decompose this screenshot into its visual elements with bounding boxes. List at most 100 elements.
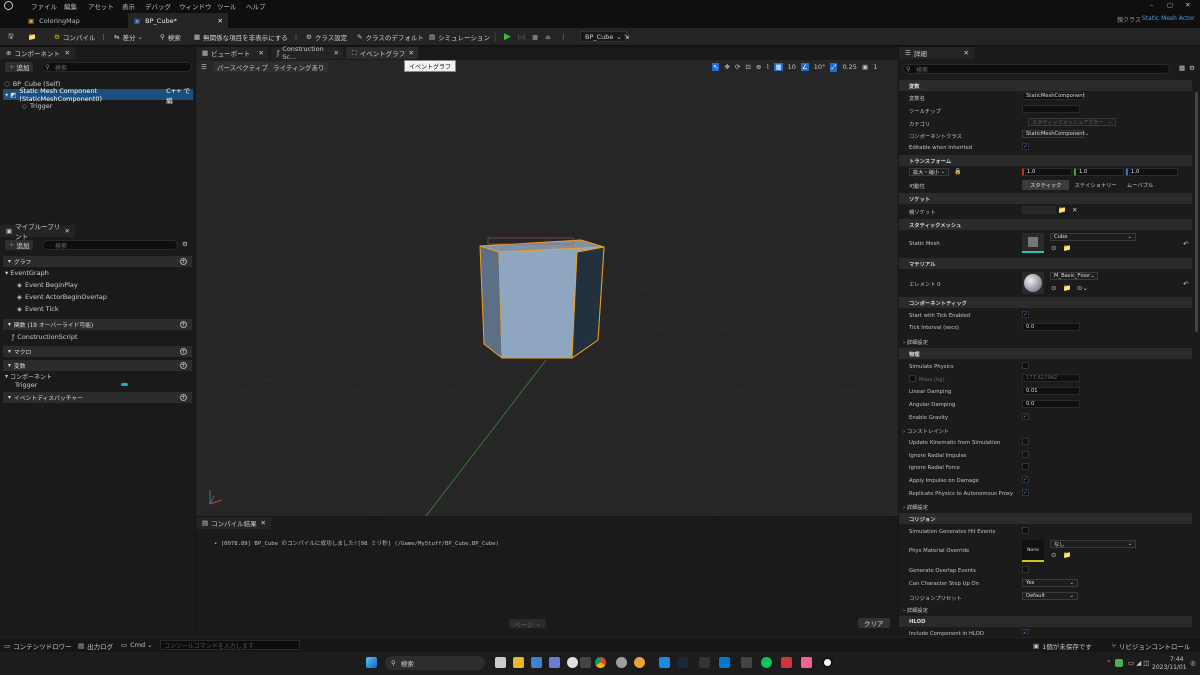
use-selected-icon[interactable]: ⊙ — [1051, 284, 1056, 292]
step-icon[interactable]: ▷| — [518, 31, 525, 43]
phys-material-combo[interactable]: なし ⌄ — [1050, 540, 1136, 548]
my-blueprint-search-input[interactable]: 検索 — [42, 240, 178, 250]
section-hlod[interactable]: HLOD — [899, 616, 1192, 627]
notification-icon[interactable]: ◎ — [1190, 659, 1196, 667]
close-tab-icon[interactable]: ✕ — [259, 49, 264, 57]
details-search-input[interactable]: 検索 — [903, 64, 1170, 74]
section-collision[interactable]: コリジョン — [899, 513, 1192, 524]
my-blueprint-tab[interactable]: ▣ マイブループリント ✕ — [0, 223, 75, 241]
parent-socket-field[interactable] — [1022, 206, 1056, 214]
app-icon[interactable] — [741, 657, 752, 668]
add-graph-icon[interactable]: + — [180, 258, 187, 265]
section-variables[interactable]: ▾ 変数 + — [3, 360, 192, 371]
component-class-combo[interactable]: StaticMeshComponent ⌄ — [1022, 130, 1089, 138]
scale-mode-combo[interactable]: 拡大・縮小 ⌄ — [909, 168, 949, 176]
photos-icon[interactable] — [549, 657, 560, 668]
section-component-tick[interactable]: コンポーネントティック — [899, 297, 1192, 308]
console-input[interactable]: コンソールコマンドを入力します — [160, 640, 300, 650]
menu-debug[interactable]: デバッグ — [145, 1, 171, 11]
eject-icon[interactable]: ⏏ — [545, 31, 551, 43]
parent-class-value[interactable]: Static Mesh Actor — [1142, 15, 1195, 22]
add-variable-icon[interactable]: + — [180, 362, 187, 369]
debug-object-select[interactable]: BP_Cube ⌄ — [580, 31, 627, 42]
components-tab[interactable]: ⊕ コンポーネント ✕ — [0, 47, 75, 59]
event-beginplay-item[interactable]: ◈ Event BeginPlay — [17, 281, 78, 289]
tick-interval-field[interactable]: 0.0 — [1022, 323, 1080, 331]
static-mesh-combo[interactable]: Cube ⌄ — [1050, 233, 1136, 241]
menu-file[interactable]: ファイル — [31, 1, 57, 11]
use-selected-icon[interactable]: ⊙ — [1051, 244, 1056, 252]
camera-speed-icon[interactable]: ▣ — [862, 63, 868, 71]
browse-folder-icon[interactable]: 📁 — [1063, 551, 1071, 559]
ignore-radial-force-checkbox[interactable] — [1022, 463, 1029, 470]
close-tab-icon[interactable]: ✕ — [218, 17, 223, 25]
chrome-icon[interactable] — [595, 657, 606, 668]
clear-button[interactable]: クリア — [858, 618, 890, 628]
viewport[interactable]: ☰ パースペクティブ ライティングあり ↖ ✥ ⟳ ⊡ ⊕ ⌇ ▦ 10 ∠ 1… — [196, 60, 898, 516]
grid-snap-value[interactable]: 10 — [788, 63, 796, 71]
reset-arrow-icon[interactable]: ↶ — [1183, 240, 1188, 248]
menu-view[interactable]: 表示 — [122, 1, 135, 11]
component-static-mesh[interactable]: ▾ ◩ Static Mesh Component (StaticMeshCom… — [3, 87, 193, 105]
close-tab-icon[interactable]: ✕ — [261, 519, 266, 527]
windows-start-icon[interactable] — [366, 657, 377, 668]
more-icon[interactable]: ⋮ — [293, 33, 300, 41]
vscode-icon[interactable] — [719, 657, 730, 668]
sim-hit-events-checkbox[interactable] — [1022, 527, 1029, 534]
rotation-snap-value[interactable]: 10° — [814, 63, 826, 71]
lighting-button[interactable]: ライティングあり — [269, 62, 329, 72]
close-tab-icon[interactable]: ✕ — [65, 49, 70, 57]
scale-snap-icon[interactable]: ⤢ — [830, 62, 838, 72]
scale-z-field[interactable]: 1.0 — [1126, 168, 1178, 176]
scale-icon[interactable]: ⊡ — [745, 63, 750, 71]
doc-tab-bp-cube[interactable]: ▣ BP_Cube* ✕ — [128, 13, 228, 28]
scale-y-field[interactable]: 1.0 — [1074, 168, 1124, 176]
find-object-icon[interactable]: ⇲ — [624, 31, 629, 43]
section-variable[interactable]: 変数 — [899, 80, 1192, 91]
tooltip-field[interactable] — [1022, 105, 1080, 113]
details-tab[interactable]: ☰ 詳細 ✕ — [899, 47, 974, 59]
update-kinematic-checkbox[interactable] — [1022, 438, 1029, 445]
close-window-button[interactable]: ✕ — [1185, 1, 1190, 9]
content-drawer-button[interactable]: ▭ コンテンツドロワー — [4, 641, 72, 651]
view-options-icon[interactable]: ▦ — [1179, 64, 1185, 72]
add-macro-icon[interactable]: + — [180, 348, 187, 355]
static-mesh-thumbnail[interactable] — [1022, 233, 1044, 253]
step-up-combo[interactable]: Yes ⌄ — [1022, 579, 1078, 587]
replicate-physics-checkbox[interactable]: ✓ — [1022, 489, 1029, 496]
line-icon[interactable] — [761, 657, 772, 668]
menu-window[interactable]: ウィンドウ — [179, 1, 212, 11]
construction-script-item[interactable]: ƒ ConstructionScript — [12, 333, 78, 341]
include-hlod-checkbox[interactable]: ✓ — [1022, 629, 1029, 636]
save-icon[interactable]: 🖫 — [8, 31, 14, 43]
snipping-tool-icon[interactable] — [531, 657, 542, 668]
play-options-icon[interactable]: ⋮ — [560, 31, 567, 43]
scale-x-field[interactable]: 1.0 — [1022, 168, 1072, 176]
event-overlap-item[interactable]: ◈ Event ActorBeginOverlap — [17, 293, 107, 301]
section-graphs[interactable]: ▾ グラフ + — [3, 256, 192, 267]
menu-tools[interactable]: ツール — [217, 1, 237, 11]
expand-arrow-icon[interactable]: ▾ — [5, 91, 8, 99]
clock-date[interactable]: 2023/11/01 — [1152, 664, 1187, 671]
trigger-variable[interactable]: Trigger — [15, 381, 130, 389]
calculator-icon[interactable] — [580, 657, 591, 668]
advanced-collision[interactable]: › 詳細設定 — [903, 606, 928, 614]
menu-asset[interactable]: アセット — [88, 1, 114, 11]
app-pink-icon[interactable] — [801, 657, 812, 668]
section-materials[interactable]: マテリアル — [899, 258, 1192, 269]
world-icon[interactable]: ⊕ — [756, 63, 761, 71]
maximize-button[interactable]: ▢ — [1167, 1, 1173, 9]
start-tick-checkbox[interactable]: ✓ — [1022, 311, 1029, 318]
components-category[interactable]: ▾ コンポーネント — [5, 372, 52, 381]
close-tab-icon[interactable]: ✕ — [409, 49, 414, 57]
tab-construction-script[interactable]: ƒ Construction Sc... ✕ — [271, 45, 343, 61]
advanced-tick[interactable]: › 詳細設定 — [903, 338, 928, 346]
lock-icon[interactable]: 🔒 — [954, 168, 961, 175]
settings-gear-icon[interactable]: ⚙ — [1189, 64, 1195, 72]
source-control-button[interactable]: ⑂ リビジョンコントロール — [1112, 641, 1190, 651]
details-scrollbar[interactable] — [1195, 92, 1198, 332]
perspective-button[interactable]: パースペクティブ — [213, 62, 272, 72]
compile-button[interactable]: ⚙ コンパイル ⋮ — [54, 31, 107, 43]
component-trigger[interactable]: ◇ Trigger — [22, 101, 52, 111]
phys-material-thumbnail[interactable]: None — [1022, 540, 1044, 562]
